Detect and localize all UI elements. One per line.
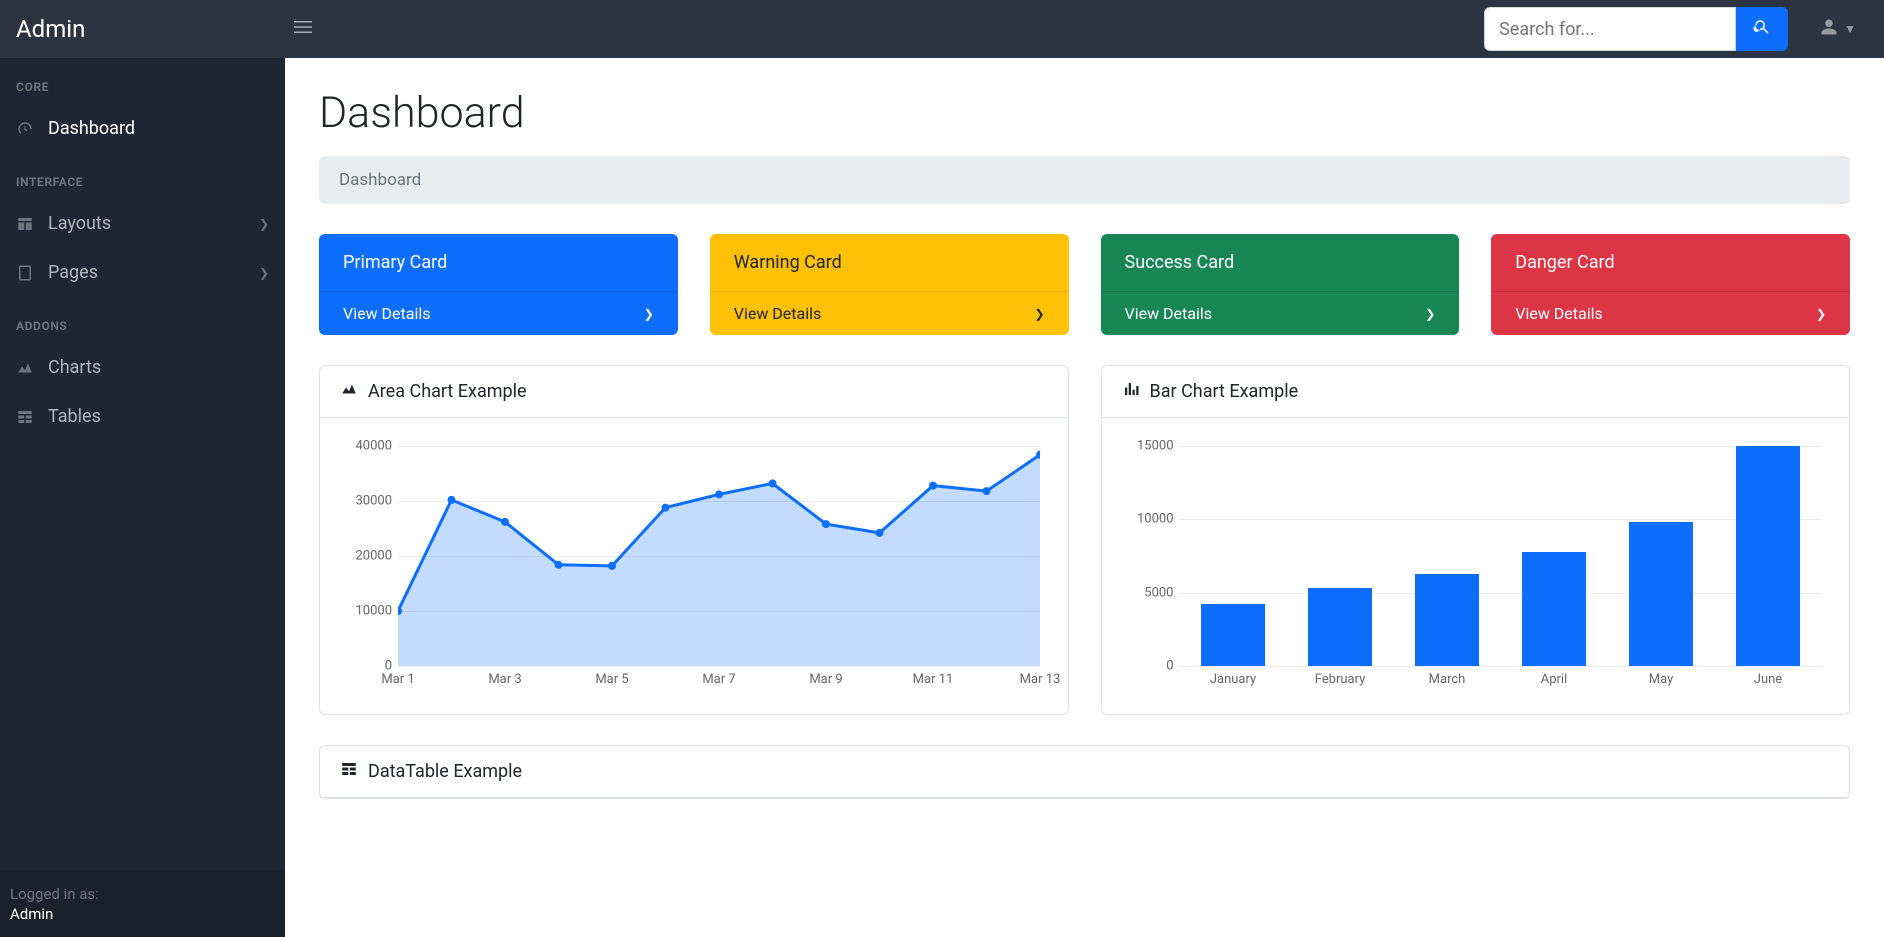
card-primary: Primary Card View Details ❯	[319, 234, 678, 335]
search-form	[1484, 7, 1788, 51]
chevron-right-icon: ❯	[1034, 307, 1044, 321]
table-icon	[340, 760, 358, 783]
sidebar-footer: Logged in as: Admin	[0, 871, 285, 937]
sidebar-item-pages[interactable]: Pages ❯	[0, 248, 285, 297]
breadcrumb: Dashboard	[319, 156, 1850, 204]
tachometer-icon	[16, 120, 38, 138]
sidebar-item-dashboard[interactable]: Dashboard	[0, 104, 285, 153]
panel-bar-chart: Bar Chart Example 050001000015000January…	[1101, 365, 1851, 715]
sidebar-item-tables[interactable]: Tables	[0, 392, 285, 441]
search-icon	[1753, 18, 1771, 40]
menu-toggle-icon[interactable]	[286, 10, 320, 49]
page-title: Dashboard	[319, 88, 1850, 138]
chevron-right-icon: ❯	[1425, 307, 1435, 321]
sidebar-heading-core: CORE	[0, 58, 285, 104]
area-chart: 010000200003000040000Mar 1Mar 3Mar 5Mar …	[338, 436, 1050, 696]
logged-in-label: Logged in as:	[10, 885, 275, 903]
user-icon	[1820, 18, 1838, 40]
panel-datatable: DataTable Example	[319, 745, 1850, 799]
sidebar-heading-addons: ADDONS	[0, 297, 285, 343]
bar-chart: 050001000015000JanuaryFebruaryMarchApril…	[1120, 436, 1832, 696]
table-icon	[16, 408, 38, 426]
chart-area-icon	[340, 380, 358, 403]
card-danger: Danger Card View Details ❯	[1491, 234, 1850, 335]
sidebar-item-label: Layouts	[48, 213, 111, 234]
sidebar-item-label: Charts	[48, 357, 101, 378]
chevron-right-icon: ❯	[259, 266, 269, 280]
card-warning: Warning Card View Details ❯	[710, 234, 1069, 335]
sidebar: CORE Dashboard INTERFACE Layouts ❯ Pages…	[0, 58, 285, 937]
card-title: Success Card	[1101, 234, 1460, 291]
user-menu[interactable]: ▼	[1808, 10, 1868, 48]
card-success: Success Card View Details ❯	[1101, 234, 1460, 335]
sidebar-item-label: Dashboard	[48, 118, 135, 139]
panel-area-chart: Area Chart Example 010000200003000040000…	[319, 365, 1069, 715]
card-footer-link[interactable]: View Details ❯	[710, 291, 1069, 335]
card-title: Primary Card	[319, 234, 678, 291]
logged-in-user: Admin	[10, 905, 275, 923]
book-icon	[16, 264, 38, 282]
search-button[interactable]	[1736, 7, 1788, 51]
card-title: Danger Card	[1491, 234, 1850, 291]
brand[interactable]: Admin	[16, 15, 286, 43]
card-footer-link[interactable]: View Details ❯	[1101, 291, 1460, 335]
sidebar-item-layouts[interactable]: Layouts ❯	[0, 199, 285, 248]
panel-header: Bar Chart Example	[1102, 366, 1850, 418]
sidebar-item-label: Pages	[48, 262, 98, 283]
sidebar-item-charts[interactable]: Charts	[0, 343, 285, 392]
sidebar-heading-interface: INTERFACE	[0, 153, 285, 199]
chevron-right-icon: ❯	[1816, 307, 1826, 321]
columns-icon	[16, 215, 38, 233]
caret-down-icon: ▼	[1844, 22, 1856, 36]
chart-area-icon	[16, 359, 38, 377]
search-input[interactable]	[1484, 7, 1736, 51]
chevron-right-icon: ❯	[259, 217, 269, 231]
panel-header: DataTable Example	[320, 746, 1849, 798]
card-title: Warning Card	[710, 234, 1069, 291]
sidebar-item-label: Tables	[48, 406, 101, 427]
chart-bar-icon	[1122, 380, 1140, 403]
panel-header: Area Chart Example	[320, 366, 1068, 418]
main-content: Dashboard Dashboard Primary Card View De…	[285, 58, 1884, 937]
card-footer-link[interactable]: View Details ❯	[1491, 291, 1850, 335]
card-footer-link[interactable]: View Details ❯	[319, 291, 678, 335]
top-navbar: Admin ▼	[0, 0, 1884, 58]
chevron-right-icon: ❯	[644, 307, 654, 321]
